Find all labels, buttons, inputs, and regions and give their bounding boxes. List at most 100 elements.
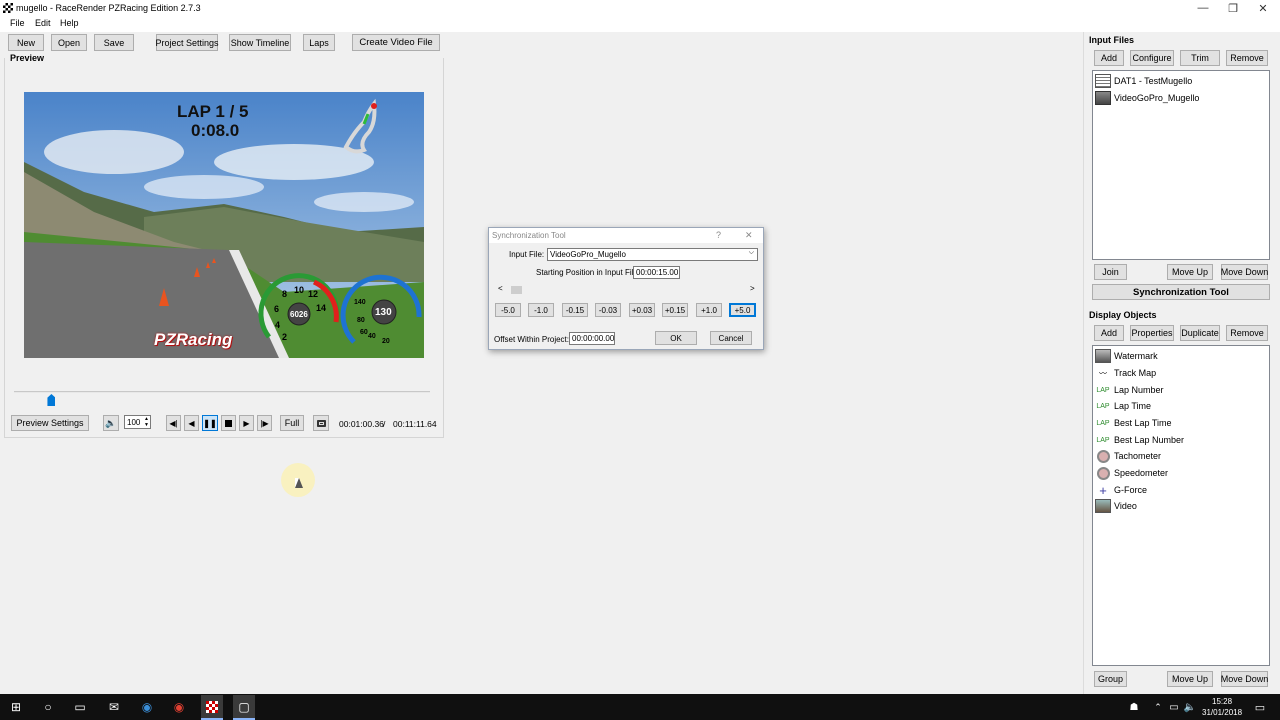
synchronization-tool-button[interactable]: Synchronization Tool bbox=[1092, 284, 1270, 300]
step-plus-5-button[interactable]: +5.0 bbox=[729, 303, 756, 317]
display-object-item[interactable]: LAP Best Lap Time bbox=[1095, 415, 1171, 431]
data-file-icon bbox=[1095, 74, 1111, 88]
chrome-icon[interactable]: ◉ bbox=[171, 699, 187, 715]
input-move-up-button[interactable]: Move Up bbox=[1167, 264, 1213, 280]
start-position-label: Starting Position in Input File: bbox=[536, 268, 641, 277]
offset-field[interactable]: 00:00:00.00 bbox=[569, 332, 615, 345]
scroll-thumb[interactable] bbox=[511, 286, 522, 294]
close-button[interactable]: ✕ bbox=[1248, 0, 1278, 16]
step-minus-003-button[interactable]: -0.03 bbox=[595, 303, 621, 317]
input-configure-button[interactable]: Configure bbox=[1130, 50, 1174, 66]
open-button[interactable]: Open bbox=[51, 34, 87, 51]
mute-button[interactable]: 🔈 bbox=[103, 415, 119, 431]
search-icon[interactable]: ○ bbox=[40, 699, 56, 715]
ok-button[interactable]: OK bbox=[655, 331, 697, 345]
skip-forward-button[interactable]: |▶ bbox=[257, 415, 272, 431]
person-icon[interactable]: ☗ bbox=[1126, 699, 1142, 715]
start-position-field[interactable]: 00:00:15.00 bbox=[633, 266, 680, 279]
mouse-pointer-icon bbox=[295, 478, 303, 488]
project-settings-button[interactable]: Project Settings bbox=[155, 34, 219, 51]
clock-time[interactable]: 15:28 bbox=[1212, 697, 1232, 706]
input-move-down-button[interactable]: Move Down bbox=[1221, 264, 1268, 280]
display-objects-list[interactable]: Watermark 〰 Track Map LAP Lap Number LAP La… bbox=[1092, 345, 1270, 666]
snapshot-button[interactable] bbox=[313, 415, 329, 431]
new-button[interactable]: New bbox=[8, 34, 44, 51]
display-add-button[interactable]: Add bbox=[1094, 325, 1124, 341]
display-object-label: Watermark bbox=[1114, 351, 1158, 361]
display-move-up-button[interactable]: Move Up bbox=[1167, 671, 1213, 687]
speed-tick: 60 bbox=[360, 329, 368, 336]
input-files-list[interactable]: DAT1 - TestMugello VideoGoPro_Mugello bbox=[1092, 70, 1270, 260]
spinner-arrows-icon[interactable]: ▲ ▼ bbox=[144, 416, 149, 428]
display-object-item[interactable]: LAP Lap Number bbox=[1095, 382, 1163, 398]
crosshair-icon: + bbox=[1099, 482, 1107, 498]
step-minus-5-button[interactable]: -5.0 bbox=[495, 303, 521, 317]
full-button[interactable]: Full bbox=[280, 415, 304, 431]
step-plus-003-button[interactable]: +0.03 bbox=[629, 303, 655, 317]
step-minus-015-button[interactable]: -0.15 bbox=[562, 303, 588, 317]
input-file-item[interactable]: VideoGoPro_Mugello bbox=[1095, 90, 1199, 106]
input-file-item[interactable]: DAT1 - TestMugello bbox=[1095, 73, 1192, 89]
browser-icon[interactable]: ◉ bbox=[139, 699, 155, 715]
display-duplicate-button[interactable]: Duplicate bbox=[1180, 325, 1220, 341]
position-scrollbar[interactable]: < > bbox=[495, 284, 758, 296]
display-object-item[interactable]: + G-Force bbox=[1095, 482, 1147, 498]
dialog-help-button[interactable]: ? bbox=[716, 230, 721, 240]
display-object-label: Speedometer bbox=[1114, 468, 1169, 478]
display-object-item[interactable]: Tachometer bbox=[1095, 448, 1161, 464]
group-button[interactable]: Group bbox=[1094, 671, 1127, 687]
volume-icon[interactable]: 🔈 bbox=[1182, 699, 1198, 715]
display-move-down-button[interactable]: Move Down bbox=[1221, 671, 1268, 687]
input-remove-button[interactable]: Remove bbox=[1226, 50, 1268, 66]
dialog-close-button[interactable]: ✕ bbox=[745, 230, 753, 241]
skip-back-button[interactable]: ◀| bbox=[166, 415, 181, 431]
scroll-left-icon[interactable]: < bbox=[498, 284, 503, 293]
step-minus-1-button[interactable]: -1.0 bbox=[528, 303, 554, 317]
volume-spinner[interactable]: 100 ▲ ▼ bbox=[124, 415, 151, 429]
display-object-label: Tachometer bbox=[1114, 451, 1162, 461]
stop-button[interactable] bbox=[221, 415, 236, 431]
task-view-icon[interactable]: ▭ bbox=[72, 699, 88, 715]
scroll-right-icon[interactable]: > bbox=[750, 284, 755, 293]
step-plus-015-button[interactable]: +0.15 bbox=[662, 303, 688, 317]
menu-file[interactable]: File bbox=[10, 18, 25, 28]
display-object-item[interactable]: Video bbox=[1095, 498, 1137, 514]
tachometer-value: 6026 bbox=[290, 310, 308, 319]
chevron-up-icon[interactable]: ⌃ bbox=[1150, 699, 1166, 715]
display-object-item[interactable]: LAP Best Lap Number bbox=[1095, 432, 1184, 448]
display-object-item[interactable]: 〰 Track Map bbox=[1095, 365, 1156, 381]
display-remove-button[interactable]: Remove bbox=[1226, 325, 1268, 341]
tacho-tick: 2 bbox=[282, 332, 288, 342]
show-timeline-button[interactable]: Show Timeline bbox=[229, 34, 291, 51]
minimize-button[interactable]: — bbox=[1188, 0, 1218, 16]
windows-start-icon[interactable]: ⊞ bbox=[8, 699, 24, 715]
input-add-button[interactable]: Add bbox=[1094, 50, 1124, 66]
create-video-button[interactable]: Create Video File bbox=[352, 34, 440, 51]
display-object-item[interactable]: Watermark bbox=[1095, 348, 1158, 364]
clock-date[interactable]: 31/01/2018 bbox=[1202, 708, 1242, 717]
step-plus-1-button[interactable]: +1.0 bbox=[696, 303, 722, 317]
pause-button[interactable]: ❚❚ bbox=[202, 415, 218, 431]
save-button[interactable]: Save bbox=[94, 34, 134, 51]
display-properties-button[interactable]: Properties bbox=[1130, 325, 1174, 341]
video-preview[interactable]: LAP 1 / 5 0:08.0 PZRacing 6026 130 8 10 … bbox=[24, 92, 424, 358]
racerender-taskbar-icon[interactable] bbox=[201, 695, 223, 720]
timeline-track[interactable] bbox=[14, 391, 430, 393]
menu-edit[interactable]: Edit bbox=[35, 18, 51, 28]
preview-settings-button[interactable]: Preview Settings bbox=[11, 415, 89, 431]
network-icon[interactable]: ▭ bbox=[1166, 699, 1182, 715]
input-file-select[interactable]: VideoGoPro_Mugello ⌵ bbox=[547, 248, 758, 261]
app-window-taskbar-icon[interactable]: ▢ bbox=[233, 695, 255, 720]
display-object-item[interactable]: Speedometer bbox=[1095, 465, 1168, 481]
join-button[interactable]: Join bbox=[1094, 264, 1127, 280]
mail-icon[interactable]: ✉ bbox=[106, 699, 122, 715]
laps-button[interactable]: Laps bbox=[303, 34, 335, 51]
display-object-item[interactable]: LAP Lap Time bbox=[1095, 398, 1151, 414]
step-back-button[interactable]: ◀ bbox=[184, 415, 199, 431]
step-forward-button[interactable]: ▶ bbox=[239, 415, 254, 431]
menu-help[interactable]: Help bbox=[60, 18, 79, 28]
input-trim-button[interactable]: Trim bbox=[1180, 50, 1220, 66]
maximize-button[interactable]: ❐ bbox=[1218, 0, 1248, 16]
cancel-button[interactable]: Cancel bbox=[710, 331, 752, 345]
notification-icon[interactable]: ▭ bbox=[1252, 699, 1268, 715]
